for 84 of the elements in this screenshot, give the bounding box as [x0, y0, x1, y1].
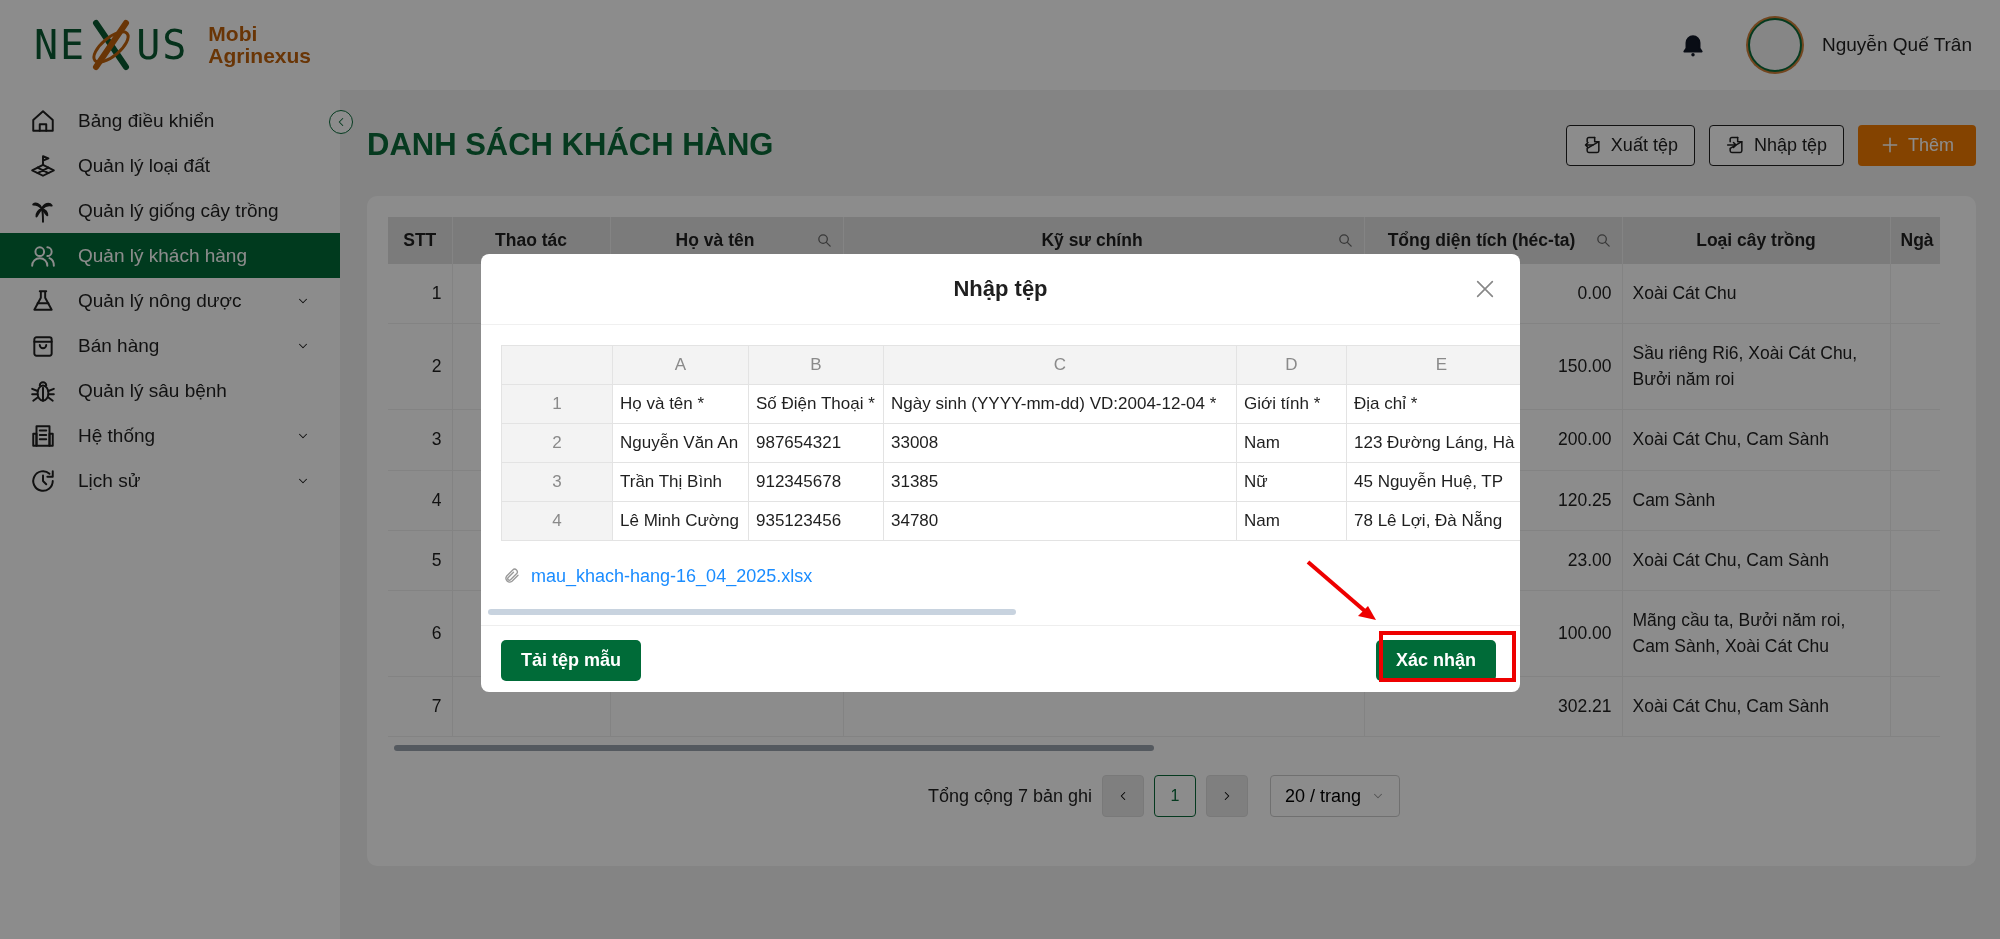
export-file-icon: [1582, 135, 1603, 155]
sheet-cell: 34780: [883, 501, 1237, 541]
sheet-cell: Số Điện Thoại *: [748, 384, 884, 424]
table-cell: Mãng cầu ta, Bưởi năm roi, Cam Sành, Xoài Cát Chu: [1622, 590, 1890, 677]
sheet-cell: Nam: [1236, 501, 1347, 541]
file-button[interactable]: Xuất tệp: [1565, 124, 1695, 166]
column-letter: A: [612, 345, 749, 385]
file-link[interactable]: mau_khach-hang-16_04_2025.xlsx: [531, 565, 813, 587]
land-plot-icon: [30, 152, 56, 179]
sidebar-item[interactable]: Hệ thống: [0, 413, 324, 458]
sheet-cell: Nguyễn Văn An: [612, 423, 749, 463]
sheet-cell: 33008: [883, 423, 1237, 463]
sheet-cell: Nam: [1236, 423, 1347, 463]
clock-icon: [30, 467, 56, 494]
brand-name: Mobi: [208, 22, 259, 45]
page-button[interactable]: 1: [1154, 775, 1197, 818]
horizontal-scrollbar[interactable]: [394, 745, 1154, 752]
sheet-cell: Ngày sinh (YYYY-mm-dd) VD:2004-12-04 *: [883, 384, 1237, 424]
table-cell: Xoài Cát Chu, Cam Sành: [1622, 676, 1890, 737]
search-icon[interactable]: [1594, 232, 1612, 249]
table-cell: Sầu riêng Ri6, Xoài Cát Chu, Bưởi năm roi: [1622, 323, 1890, 410]
row-number: 1: [501, 384, 613, 424]
plus-icon: [1880, 135, 1900, 155]
column-header: STT: [388, 217, 452, 264]
table-cell: 7: [388, 676, 452, 737]
sheet-cell: Trần Thị Bình: [612, 462, 749, 502]
table-cell: 4: [388, 470, 452, 531]
sidebar-item[interactable]: Quản lý loại đất: [0, 143, 324, 188]
home-icon: [30, 107, 56, 134]
table-cell: 2: [388, 323, 452, 410]
brand-name: Agrinexus: [208, 45, 312, 68]
sheet-cell: 987654321: [748, 423, 884, 463]
pointer-arrow: [1306, 560, 1378, 622]
sheet-cell: 912345678: [748, 462, 884, 502]
flask-icon: [30, 287, 56, 314]
column-header: Ngà: [1890, 217, 1940, 264]
table-cell: 6: [388, 590, 452, 677]
sidebar-item[interactable]: Bảng điều khiển: [0, 98, 324, 143]
column-letter: C: [883, 345, 1237, 385]
record-count: Tổng cộng 7 bản ghi: [927, 785, 1093, 807]
sidebar-item[interactable]: Quản lý giống cây trồng: [0, 188, 324, 233]
table-cell: Xoài Cát Chu, Cam Sành: [1622, 530, 1890, 591]
logo-text: US: [136, 22, 189, 68]
dialog-title: Nhập tệp: [953, 276, 1048, 302]
sidebar-item[interactable]: Quản lý khách hàng: [0, 233, 340, 278]
sidebar-item[interactable]: Lịch sử: [0, 458, 324, 503]
table-cell: 1: [388, 264, 452, 324]
close-button[interactable]: [1474, 278, 1496, 300]
sheet-cell: Họ và tên *: [612, 384, 749, 424]
column-letter: E: [1346, 345, 1520, 385]
search-icon[interactable]: [1336, 232, 1354, 249]
horizontal-scrollbar[interactable]: [488, 609, 1016, 615]
table-cell: Xoài Cát Chu: [1622, 264, 1890, 324]
sidebar-item[interactable]: Quản lý nông dược: [0, 278, 324, 323]
table-cell: 5: [388, 530, 452, 591]
user-name[interactable]: Nguyễn Quế Trân: [1822, 34, 1972, 56]
file-button[interactable]: Nhập tệp: [1708, 124, 1844, 166]
user-avatar[interactable]: [1748, 18, 1802, 72]
sheet-cell: Nữ: [1236, 462, 1347, 502]
sheet-cell: Lê Minh Cường: [612, 501, 749, 541]
page-title: DANH SÁCH KHÁCH HÀNG: [367, 127, 774, 163]
import-file-icon: [1725, 135, 1746, 155]
row-number: 4: [501, 501, 613, 541]
sidebar-item[interactable]: Quản lý sâu bệnh: [0, 368, 324, 413]
sheet-cell: 31385: [883, 462, 1237, 502]
column-letter: D: [1236, 345, 1347, 385]
sheet-cell: 935123456: [748, 501, 884, 541]
close-icon: [1474, 278, 1496, 300]
paperclip-icon: [503, 567, 521, 585]
collapse-button[interactable]: [329, 110, 353, 134]
sidebar-item[interactable]: Bán hàng: [0, 323, 324, 368]
table-cell: 3: [388, 409, 452, 470]
column-header: Loại cây trồng: [1622, 217, 1890, 264]
building-icon: [30, 422, 56, 449]
sheet-cell: Giới tính *: [1236, 384, 1347, 424]
table-cell: Cam Sành: [1622, 470, 1890, 531]
column-letter: B: [748, 345, 884, 385]
download-template-button[interactable]: Tải tệp mẫu: [501, 640, 642, 681]
table-cell: Xoài Cát Chu, Cam Sành: [1622, 409, 1890, 470]
logo-text: NE: [34, 22, 87, 68]
page-size-select[interactable]: 20 / trang: [1270, 775, 1401, 818]
search-icon[interactable]: [815, 232, 833, 249]
row-number: 2: [501, 423, 613, 463]
row-number: 3: [501, 462, 613, 502]
